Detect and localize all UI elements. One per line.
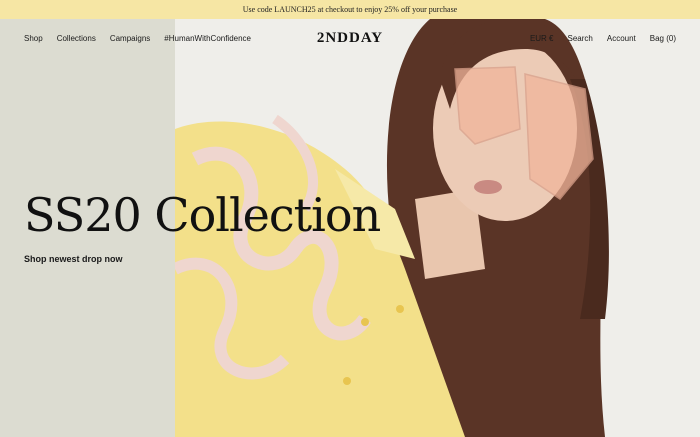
brand-logo[interactable]: 2NDDAY <box>317 30 383 47</box>
announcement-bar: Use code LAUNCH25 at checkout to enjoy 2… <box>0 0 700 19</box>
nav-hashtag-link[interactable]: #HumanWithConfidence <box>164 34 251 43</box>
hero-headline: SS20 Collection <box>24 188 381 242</box>
search-link[interactable]: Search <box>568 34 593 43</box>
nav-collections-link[interactable]: Collections <box>57 34 96 43</box>
account-link[interactable]: Account <box>607 34 636 43</box>
shop-now-link[interactable]: Shop newest drop now <box>24 254 123 264</box>
announcement-text: Use code LAUNCH25 at checkout to enjoy 2… <box>242 5 458 14</box>
nav-campaigns-link[interactable]: Campaigns <box>110 34 150 43</box>
bag-link[interactable]: Bag (0) <box>650 34 676 43</box>
nav-right-group: EUR € Search Account Bag (0) <box>530 34 676 43</box>
currency-selector[interactable]: EUR € <box>530 34 554 43</box>
nav-left-group: Shop Collections Campaigns #HumanWithCon… <box>24 34 251 43</box>
nav-shop-link[interactable]: Shop <box>24 34 43 43</box>
